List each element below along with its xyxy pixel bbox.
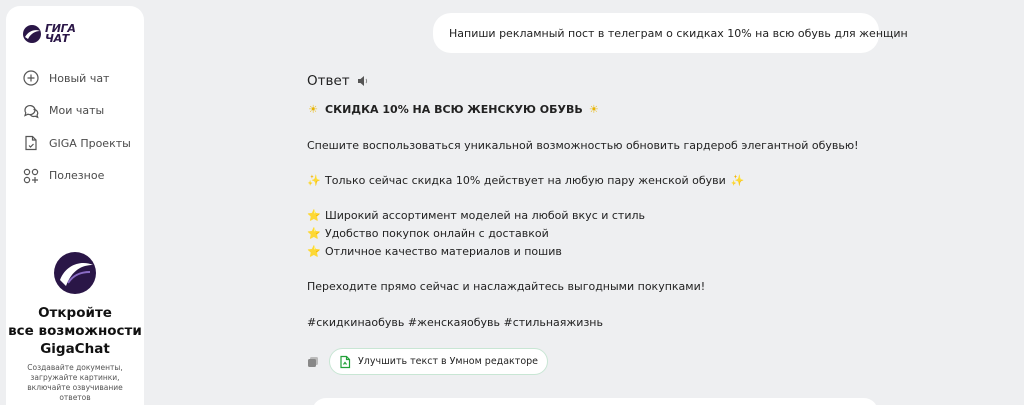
list-item: ⭐ Отличное качество материалов и пошив: [307, 245, 562, 258]
sidebar-item-label: Мои чаты: [49, 104, 105, 118]
chat-bubbles-icon: [24, 104, 39, 119]
sidebar-item-label: GIGA Проекты: [49, 136, 131, 150]
sidebar-nav: Новый чат Мои чаты GIGA Проекты Полезное: [22, 62, 131, 192]
copy-icon[interactable]: [307, 356, 319, 368]
answer-heading-line: ☀ СКИДКА 10% НА ВСЮ ЖЕНСКУЮ ОБУВЬ ☀: [307, 103, 606, 116]
sidebar-item-useful[interactable]: Полезное: [22, 160, 131, 193]
answer-title: Ответ: [307, 73, 350, 89]
sidebar-item-new-chat[interactable]: Новый чат: [22, 62, 131, 95]
improve-text-label: Улучшить текст в Умном редакторе: [358, 356, 539, 367]
list-item: ⭐ Широкий ассортимент моделей на любой в…: [307, 209, 645, 222]
answer-header: Ответ: [307, 72, 867, 90]
star-icon: ⭐: [307, 209, 321, 222]
answer-cta: Переходите прямо сейчас и наслаждайтесь …: [307, 280, 706, 293]
grid-plus-icon: [23, 168, 39, 183]
star-icon: ⭐: [307, 227, 321, 240]
project-icon: [25, 136, 37, 151]
sun-icon: ☀: [308, 103, 318, 116]
smart-editor-icon: [340, 355, 351, 368]
plus-circle-icon: [23, 70, 39, 86]
logo-text-line2: ЧАТ: [45, 32, 70, 45]
promo-title: Откройте все возможности GigaChat: [8, 305, 142, 357]
list-item: ⭐ Удобство покупок онлайн с доставкой: [307, 227, 549, 240]
sidebar: ГИГА ЧАТ Новый чат Мои чаты GIGA Проекты: [6, 6, 144, 405]
gigachat-promo-logo-icon: [54, 252, 96, 294]
answer-actions: Улучшить текст в Умном редакторе: [307, 348, 549, 375]
speaker-icon[interactable]: [356, 74, 370, 88]
sparkles-icon: ✨: [730, 174, 745, 187]
answer-heading: СКИДКА 10% НА ВСЮ ЖЕНСКУЮ ОБУВЬ: [325, 103, 583, 116]
improve-text-button[interactable]: Улучшить текст в Умном редакторе: [329, 348, 549, 375]
answer-offer: Только сейчас скидка 10% действует на лю…: [325, 174, 726, 187]
sidebar-item-giga-projects[interactable]: GIGA Проекты: [22, 127, 131, 160]
assistant-answer: Ответ ☀ СКИДКА 10% НА ВСЮ ЖЕНСКУЮ ОБУВЬ …: [307, 72, 867, 329]
sidebar-item-label: Новый чат: [49, 71, 110, 85]
answer-intro: Спешите воспользоваться уникальной возмо…: [307, 139, 859, 152]
answer-offer-line: ✨ Только сейчас скидка 10% действует на …: [307, 174, 749, 187]
sidebar-item-my-chats[interactable]: Мои чаты: [22, 95, 131, 128]
answer-hashtags: #скидкинаобувь #женскаяобувь #стильнаяжи…: [307, 316, 603, 329]
user-message-text: Напиши рекламный пост в телеграм о скидк…: [449, 26, 908, 40]
star-icon: ⭐: [307, 245, 321, 258]
promo-block: Откройте все возможности GigaChat Создав…: [6, 250, 144, 403]
next-message-card: [312, 398, 878, 405]
user-message-bubble: Напиши рекламный пост в телеграм о скидк…: [433, 13, 908, 53]
gigachat-logo[interactable]: ГИГА ЧАТ: [22, 23, 76, 45]
promo-description: Создавайте документы, загружайте картинк…: [27, 363, 123, 402]
gigachat-logo-icon: [23, 25, 41, 43]
sparkles-icon: ✨: [307, 174, 321, 187]
sun-icon: ☀: [588, 103, 599, 116]
sidebar-item-label: Полезное: [49, 169, 105, 183]
